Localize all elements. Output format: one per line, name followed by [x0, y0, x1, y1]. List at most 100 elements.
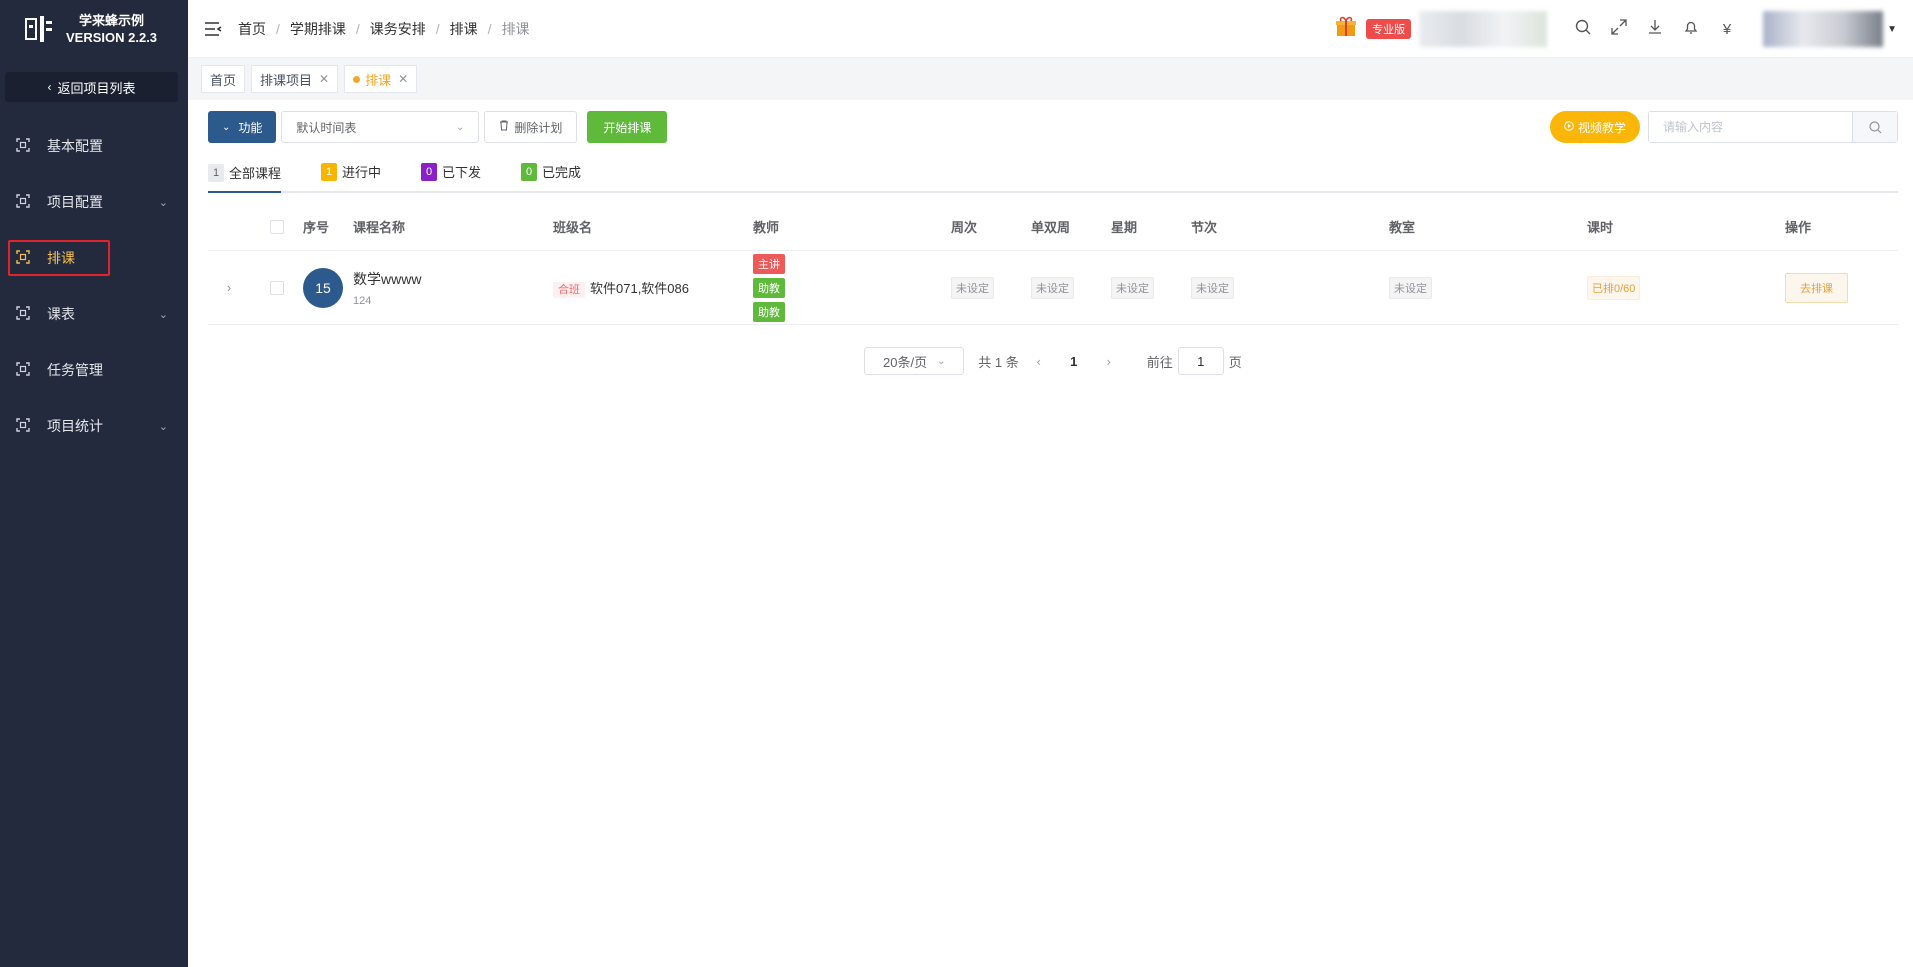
- sidebar-menu: 基本配置 项目配置 ⌄ 排课 课表 ⌄ 任务管理 项目统计 ⌄: [0, 118, 188, 454]
- breadcrumb-item[interactable]: 排课: [450, 19, 478, 39]
- video-tutorial-button[interactable]: 视频教学: [1549, 111, 1640, 143]
- header-class-name: 班级名: [553, 220, 593, 235]
- delete-plan-button[interactable]: 删除计划: [484, 111, 578, 143]
- sidebar-item-scheduling[interactable]: 排课: [0, 230, 188, 286]
- sidebar-item-label: 项目统计: [47, 418, 103, 434]
- breadcrumb-item[interactable]: 学期排课: [290, 19, 346, 39]
- header-hours: 课时: [1587, 220, 1614, 235]
- teacher-role-tag: 助教: [753, 277, 785, 298]
- sidebar: 学来蜂示例 VERSION 2.2.3 ‹ 返回项目列表 基本配置 项目配置 ⌄…: [0, 0, 188, 967]
- back-label: 返回项目列表: [57, 80, 136, 96]
- tab-completed[interactable]: 0 已完成: [521, 154, 581, 191]
- search-button[interactable]: [1852, 112, 1897, 142]
- chevron-down-icon: ⌄: [158, 196, 168, 209]
- next-page-icon[interactable]: ›: [1094, 354, 1124, 369]
- back-to-projects-button[interactable]: ‹ 返回项目列表: [5, 72, 178, 102]
- row-checkbox[interactable]: [269, 280, 284, 295]
- fullscreen-icon[interactable]: [1601, 19, 1637, 39]
- section-cell: 未设定: [1191, 276, 1389, 299]
- sidebar-item-project-config[interactable]: 项目配置 ⌄: [0, 174, 188, 230]
- prev-page-icon[interactable]: ‹: [1024, 354, 1054, 369]
- close-icon[interactable]: ✕: [398, 72, 408, 86]
- status-tabs: 1 全部课程 1 进行中 0 已下发 0 已完成: [208, 154, 1898, 193]
- row-no-cell: 15: [303, 267, 353, 308]
- avatar[interactable]: [1763, 11, 1884, 47]
- chevron-down-icon: ⌄: [158, 308, 168, 321]
- trash-icon: [499, 120, 509, 134]
- bell-icon[interactable]: [1673, 19, 1709, 39]
- tab-label: 已完成: [542, 165, 582, 180]
- timetable-select[interactable]: 默认时间表 ⌄: [281, 111, 480, 143]
- tab-all-courses[interactable]: 1 全部课程: [208, 156, 282, 193]
- header-operation: 操作: [1785, 220, 1812, 235]
- start-scheduling-button[interactable]: 开始排课: [587, 111, 668, 143]
- pro-edition-badge: 专业版: [1366, 19, 1412, 39]
- chevron-down-icon: ⌄: [158, 420, 168, 433]
- timetable-select-value: 默认时间表: [296, 120, 357, 135]
- tab-label: 首页: [210, 72, 237, 88]
- menu-toggle-icon[interactable]: [204, 21, 222, 36]
- logo-icon: [22, 12, 56, 46]
- sidebar-item-label: 任务管理: [47, 362, 103, 378]
- page-size-value: 20条/页: [883, 354, 928, 370]
- breadcrumb-item[interactable]: 课务安排: [370, 19, 426, 39]
- tab-scheduling[interactable]: 排课 ✕: [344, 65, 418, 93]
- tab-home[interactable]: 首页: [201, 65, 246, 93]
- table-row: › 15 数学wwww 124 合班 软件071,软件086 主讲 助教 助教 未…: [208, 251, 1898, 325]
- search-input[interactable]: [1649, 112, 1852, 142]
- top-bar: 首页 / 学期排课 / 课务安排 / 排课 / 排课 专业版 ¥ ▼: [188, 0, 1913, 58]
- video-label: 视频教学: [1577, 120, 1626, 135]
- function-dropdown-button[interactable]: ⌄ 功能: [208, 111, 277, 143]
- tab-scheduling-project[interactable]: 排课项目 ✕: [251, 65, 339, 93]
- download-icon[interactable]: [1637, 19, 1673, 39]
- go-schedule-button[interactable]: 去排课: [1785, 272, 1848, 303]
- teacher-role-tag: 主讲: [753, 253, 785, 274]
- sidebar-item-task-management[interactable]: 任务管理: [0, 342, 188, 398]
- chevron-down-icon: ⌄: [456, 121, 465, 133]
- search-icon[interactable]: [1565, 19, 1601, 39]
- room-value: 未设定: [1389, 276, 1432, 299]
- teacher-cell: 主讲 助教 助教: [753, 252, 951, 324]
- tab-issued[interactable]: 0 已下发: [421, 154, 481, 191]
- pagination: 20条/页 ⌄ 共 1 条 ‹ 1 › 前往 1 页: [208, 347, 1898, 375]
- expand-row-icon[interactable]: ›: [208, 280, 250, 295]
- yuan-icon[interactable]: ¥: [1709, 21, 1745, 38]
- app-logo: 学来蜂示例 VERSION 2.2.3: [0, 0, 188, 58]
- select-all-cell: [250, 219, 303, 234]
- section-value: 未设定: [1191, 276, 1234, 299]
- scan-icon: [16, 138, 32, 154]
- sidebar-item-timetable[interactable]: 课表 ⌄: [0, 286, 188, 342]
- close-icon[interactable]: ✕: [319, 72, 329, 86]
- app-name: 学来蜂示例: [79, 13, 145, 28]
- caret-down-icon[interactable]: ▼: [1887, 24, 1897, 35]
- breadcrumb-separator: /: [276, 20, 280, 37]
- sidebar-item-project-stats[interactable]: 项目统计 ⌄: [0, 398, 188, 454]
- sidebar-item-basic-config[interactable]: 基本配置: [0, 118, 188, 174]
- tab-label: 已下发: [442, 165, 482, 180]
- week-value: 未设定: [951, 276, 994, 299]
- count-badge: 0: [521, 162, 538, 181]
- goto-label: 前往: [1146, 354, 1173, 370]
- gift-icon[interactable]: [1334, 14, 1358, 44]
- page-jumper: 前往 1 页: [1147, 347, 1242, 375]
- page-number[interactable]: 1: [1059, 354, 1089, 369]
- breadcrumb-item[interactable]: 首页: [238, 19, 266, 39]
- delete-label: 删除计划: [514, 120, 563, 135]
- toolbar-right: 视频教学: [1549, 111, 1898, 143]
- account-info: [1419, 11, 1548, 47]
- tab-label: 全部课程: [229, 166, 282, 181]
- tab-in-progress[interactable]: 1 进行中: [321, 154, 381, 191]
- row-number-badge: 15: [303, 267, 343, 308]
- tab-label: 排课: [365, 72, 392, 88]
- course-name-cell: 数学wwww 124: [353, 269, 553, 307]
- app-version: VERSION 2.2.3: [66, 30, 158, 45]
- header-teacher: 教师: [753, 220, 780, 235]
- chevron-down-icon: ⌄: [222, 121, 231, 133]
- header-week: 周次: [951, 220, 978, 235]
- page-size-select[interactable]: 20条/页 ⌄: [864, 347, 965, 375]
- scan-icon: [16, 306, 32, 322]
- goto-page-input[interactable]: 1: [1177, 347, 1224, 375]
- select-all-checkbox[interactable]: [269, 219, 284, 234]
- count-badge: 0: [421, 162, 438, 181]
- chevron-down-icon: ⌄: [937, 355, 946, 367]
